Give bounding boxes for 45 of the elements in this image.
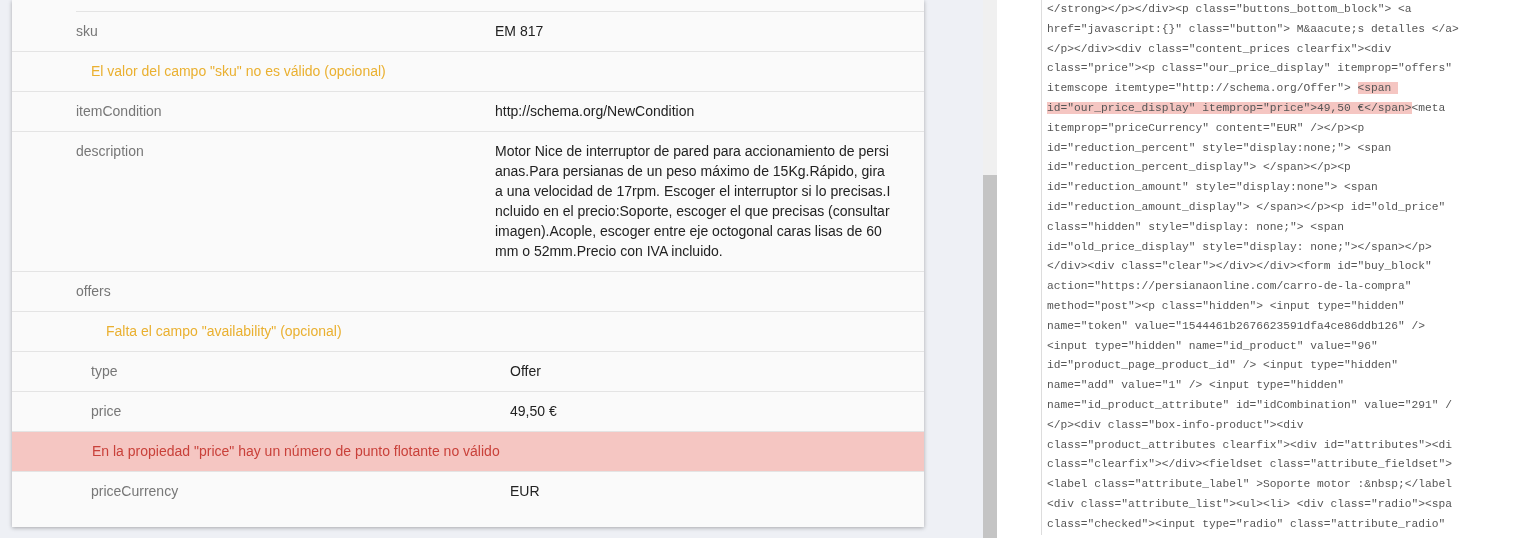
property-value: EM 817 (495, 22, 545, 41)
property-name: itemCondition (76, 102, 163, 121)
code-line: class="checked"><input type="radio" class="attribute_radio" (1041, 514, 1525, 535)
code-line: id="reduction_percent_display"> </span></p><p (1041, 158, 1525, 179)
code-line: itemprop="priceCurrency" content="EUR" /></p><p (1041, 118, 1525, 139)
code-line: method="post"><p class="hidden"> <input type="hidden" (1041, 296, 1525, 317)
code-line: <div class="attribute_list"><ul><li> <div class="radio"><spa (1041, 494, 1525, 515)
code-line: <label class="attribute_label" >Soporte motor :&nbsp;</label (1041, 475, 1525, 495)
code-line: class="product_attributes clearfix"><div id="attributes"><di (1041, 435, 1525, 456)
code-line: <input type="hidden" name="id_product" value="96" (1041, 336, 1525, 357)
scrollbar[interactable] (983, 0, 997, 538)
code-line: itemscope itemtype="http://schema.org/Offer"> <span (1041, 79, 1525, 99)
code-line: href="javascript:{}" class="button"> M&aacute;s detalles </a> (1041, 19, 1525, 40)
property-value: EUR (510, 482, 541, 501)
code-line: action="https://persianaonline.com/carro-de-la-compra" (1041, 277, 1525, 297)
code-line: name="token" value="1544461b2676623591dfa4ce86ddb126" /> (1041, 316, 1525, 337)
property-value: Motor Nice de interruptor de pared para accionamiento de persianas.Para persianas de un peso máximo de 15Kg.Rápido, gira a una velocidad de 17rpm. Escoger el interruptor si lo precisas.Incluido en el precio:Soporte, escoger el que precisas (consultar imagen).Acople, escoger entre eje octogonal caras lisas de 60mm o 52mm.Precio con IVA incluido. (495, 142, 892, 261)
code-line: id="reduction_amount" style="display:none"> <span (1041, 178, 1525, 198)
warning-message: El valor del campo "sku" no es válido (opcional) (91, 62, 386, 81)
code-line: </strong></p></div><p class="buttons_bottom_block"> <a (1041, 0, 1525, 20)
code-line: class="hidden" style="display: none;"> <span (1041, 217, 1525, 238)
code-line: </p></div><div class="content_prices clearfix"><div (1041, 39, 1525, 60)
property-name: price (91, 402, 123, 421)
property-value: http://schema.org/NewCondition (495, 102, 696, 121)
code-line: id="our_price_display" itemprop="price">49,50 €</span><meta (1041, 99, 1525, 119)
property-name: offers (76, 282, 112, 301)
property-name: priceCurrency (91, 482, 180, 501)
error-message: En la propiedad "price" hay un número de punto flotante no válido (92, 442, 500, 461)
property-value: 49,50 € (510, 402, 558, 421)
property-name: type (91, 362, 119, 381)
code-line: name="add" value="1" /> <input type="hidden" (1041, 376, 1525, 396)
property-name: description (76, 142, 145, 161)
code-line: id="reduction_amount_display"> </span></p><p id="old_price" (1041, 197, 1525, 218)
code-line: id="old_price_display" style="display: none;"></span></p> (1041, 237, 1525, 258)
warning-message: Falta el campo "availability" (opcional) (106, 322, 342, 341)
code-line: name="id_product_attribute" id="idCombination" value="291" / (1041, 395, 1525, 416)
code-line: class="clearfix"></div><fieldset class="attribute_fieldset"> (1041, 455, 1525, 476)
code-line: class="price"><p class="our_price_display" itemprop="offers" (1041, 59, 1525, 80)
code-line: </div><div class="clear"></div></div><form id="buy_block" (1041, 257, 1525, 278)
code-line: id="product_page_product_id" /> <input type="hidden" (1041, 356, 1525, 377)
property-value: Offer (510, 362, 542, 381)
code-line: </p><div class="box-info-product"><div (1041, 415, 1525, 436)
code-line: id="reduction_percent" style="display:none;"> <span (1041, 138, 1525, 159)
property-name: sku (76, 22, 99, 41)
scrollbar-thumb[interactable] (983, 175, 997, 538)
